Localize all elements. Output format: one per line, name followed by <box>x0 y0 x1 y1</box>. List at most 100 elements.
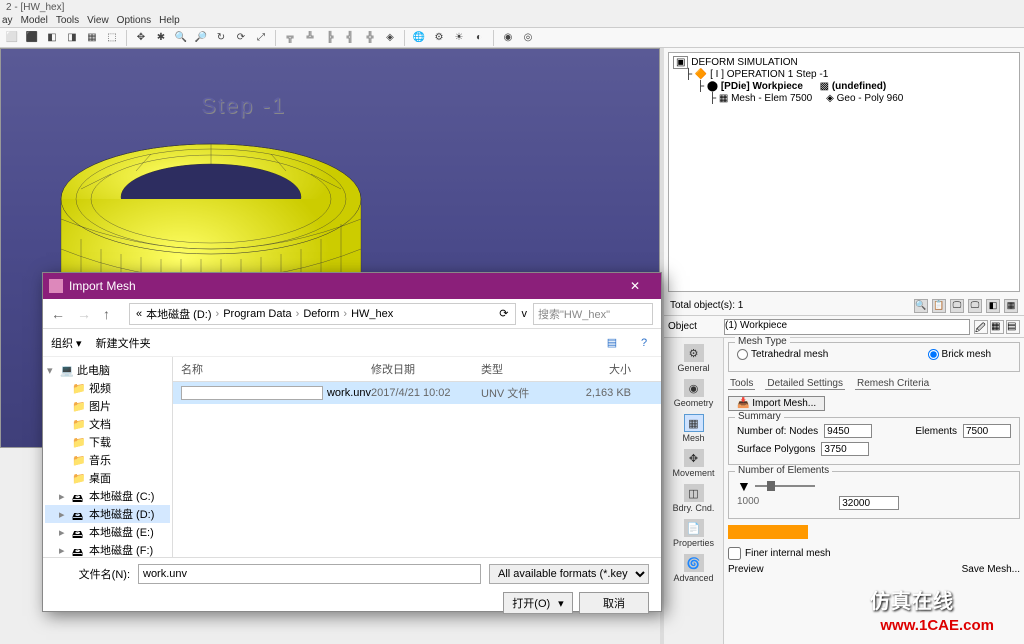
tree-node[interactable]: 📁文档 <box>45 415 170 433</box>
toolbar-separator <box>493 30 494 46</box>
tool-icon[interactable]: ◎ <box>520 30 536 46</box>
rotate-icon[interactable]: ↻ <box>213 30 229 46</box>
tool-icon[interactable]: 🖵 <box>968 299 982 313</box>
up-button[interactable]: ↑ <box>103 306 123 322</box>
tab-tools[interactable]: Tools <box>728 378 755 390</box>
search-input[interactable]: 搜索"HW_hex" <box>533 303 653 325</box>
close-button[interactable]: ✕ <box>615 273 655 299</box>
zoom-out-icon[interactable]: 🔎 <box>193 30 209 46</box>
col-size[interactable]: 大小 <box>561 361 631 377</box>
tb-icon[interactable]: ▦ <box>84 30 100 46</box>
mesh-tabs: Tools Detailed Settings Remesh Criteria <box>728 378 1020 390</box>
object-label: Object <box>664 321 724 332</box>
zoom-in-icon[interactable]: 🔍 <box>173 30 189 46</box>
nav-properties[interactable]: 📄Properties <box>666 517 722 550</box>
menu-ay[interactable]: ay <box>2 15 13 26</box>
select-icon[interactable]: ✱ <box>153 30 169 46</box>
tool-icon[interactable]: ☀ <box>451 30 467 46</box>
dialog-titlebar[interactable]: Import Mesh ✕ <box>43 273 661 299</box>
tree-node[interactable]: ▸🖴本地磁盘 (C:) <box>45 487 170 505</box>
tree-node[interactable]: 📁桌面 <box>45 469 170 487</box>
filename-input[interactable] <box>138 564 481 584</box>
menu-model[interactable]: Model <box>21 15 48 26</box>
menu-tools[interactable]: Tools <box>56 15 79 26</box>
tree-node[interactable]: ▸🖴本地磁盘 (D:) <box>45 505 170 523</box>
view-icon[interactable]: ╣ <box>342 30 358 46</box>
menu-help[interactable]: Help <box>159 15 180 26</box>
organize-menu[interactable]: 组织 ▾ <box>51 335 82 351</box>
tb-icon[interactable]: ◨ <box>64 30 80 46</box>
view-icon[interactable]: ╦ <box>282 30 298 46</box>
tree-node[interactable]: ▸🖴本地磁盘 (F:) <box>45 541 170 559</box>
tree-node[interactable]: 📁下载 <box>45 433 170 451</box>
globe-icon[interactable]: 🌐 <box>411 30 427 46</box>
fit-icon[interactable]: ⤢ <box>253 30 269 46</box>
radio-brick[interactable]: Brick mesh <box>928 349 991 360</box>
forward-button[interactable]: → <box>77 306 97 322</box>
nav-geometry[interactable]: ◉Geometry <box>666 377 722 410</box>
help-icon[interactable]: ? <box>635 334 653 352</box>
import-mesh-button[interactable]: 📥 Import Mesh... <box>728 396 825 411</box>
tool-icon[interactable]: ▦ <box>990 320 1004 334</box>
tree-node[interactable]: 📁图片 <box>45 397 170 415</box>
elements-slider[interactable]: ▼ <box>737 478 1011 494</box>
nav-mesh[interactable]: ▦Mesh <box>666 412 722 445</box>
tool-icon[interactable]: ▤ <box>1006 320 1020 334</box>
cancel-button[interactable]: 取消 <box>579 592 649 614</box>
menu-options[interactable]: Options <box>117 15 151 26</box>
settings-icon[interactable]: ⚙ <box>431 30 447 46</box>
menu-bar: ay Model Tools View Options Help <box>0 14 1024 28</box>
tab-detailed[interactable]: Detailed Settings <box>765 378 845 390</box>
format-select[interactable]: All available formats (*.key *. <box>489 564 649 584</box>
tool-icon[interactable]: 🖉 <box>974 320 988 334</box>
tb-icon[interactable]: ◧ <box>44 30 60 46</box>
save-mesh-button[interactable]: Save Mesh... <box>962 564 1020 575</box>
tool-icon[interactable]: ◐ <box>471 30 487 46</box>
col-date[interactable]: 修改日期 <box>371 361 481 377</box>
tool-icon[interactable]: ◧ <box>986 299 1000 313</box>
tree-node[interactable]: 📁视频 <box>45 379 170 397</box>
radio-tetrahedral[interactable]: Tetrahedral mesh <box>737 349 828 360</box>
view-icon[interactable]: ╩ <box>302 30 318 46</box>
back-button[interactable]: ← <box>51 306 71 322</box>
view-icon[interactable]: ▤ <box>603 334 621 352</box>
new-folder-button[interactable]: 新建文件夹 <box>96 335 151 351</box>
tb-icon[interactable]: ⬚ <box>104 30 120 46</box>
col-name[interactable]: 名称 <box>181 361 371 377</box>
tool-icon[interactable]: 📋 <box>932 299 946 313</box>
nav-advanced[interactable]: 🌀Advanced <box>666 552 722 585</box>
tab-remesh[interactable]: Remesh Criteria <box>855 378 931 390</box>
simulation-tree[interactable]: ▣ DEFORM SIMULATION ├ 🔶 [ I ] OPERATION … <box>668 52 1020 292</box>
nav-bdry[interactable]: ◫Bdry. Cnd. <box>666 482 722 515</box>
nav-general[interactable]: ⚙General <box>666 342 722 375</box>
tool-icon[interactable]: 🖵 <box>950 299 964 313</box>
col-type[interactable]: 类型 <box>481 361 561 377</box>
view-icon[interactable]: ╠ <box>322 30 338 46</box>
file-list[interactable]: 名称 修改日期 类型 大小 work.unv2017/4/21 10:02UNV… <box>173 357 661 557</box>
tree-node[interactable]: ▾💻此电脑 <box>45 361 170 379</box>
tool-icon[interactable]: ▦ <box>1004 299 1018 313</box>
tool-icon[interactable]: ◉ <box>500 30 516 46</box>
file-row[interactable]: work.unv2017/4/21 10:02UNV 文件2,163 KB <box>173 382 661 404</box>
nav-tree[interactable]: ▾💻此电脑 📁视频 📁图片 📁文档 📁下载 📁音乐 📁桌面▸🖴本地磁盘 (C:)… <box>43 357 173 557</box>
view-icon[interactable]: ╬ <box>362 30 378 46</box>
tree-node[interactable]: 📁音乐 <box>45 451 170 469</box>
iso-view-icon[interactable]: ◈ <box>382 30 398 46</box>
elements-input[interactable] <box>839 496 899 510</box>
tree-node[interactable]: ▸🖴本地磁盘 (E:) <box>45 523 170 541</box>
refresh-icon[interactable]: v <box>522 308 528 320</box>
search-icon[interactable]: 🔍 <box>914 299 928 313</box>
move-icon[interactable]: ✥ <box>133 30 149 46</box>
toolbar-separator <box>275 30 276 46</box>
tb-icon[interactable]: ⬛ <box>24 30 40 46</box>
nav-movement[interactable]: ✥Movement <box>666 447 722 480</box>
menu-view[interactable]: View <box>87 15 109 26</box>
preview-label[interactable]: Preview <box>728 564 764 575</box>
refresh-icon[interactable]: ⟳ <box>233 30 249 46</box>
tb-icon[interactable]: ⬜ <box>4 30 20 46</box>
finer-mesh-label: Finer internal mesh <box>745 548 831 559</box>
breadcrumb[interactable]: « 本地磁盘 (D:)› Program Data› Deform› HW_he… <box>129 303 516 325</box>
finer-mesh-checkbox[interactable] <box>728 547 741 560</box>
open-button[interactable]: 打开(O)▾ <box>503 592 573 614</box>
object-select[interactable]: (1) Workpiece <box>724 319 970 335</box>
